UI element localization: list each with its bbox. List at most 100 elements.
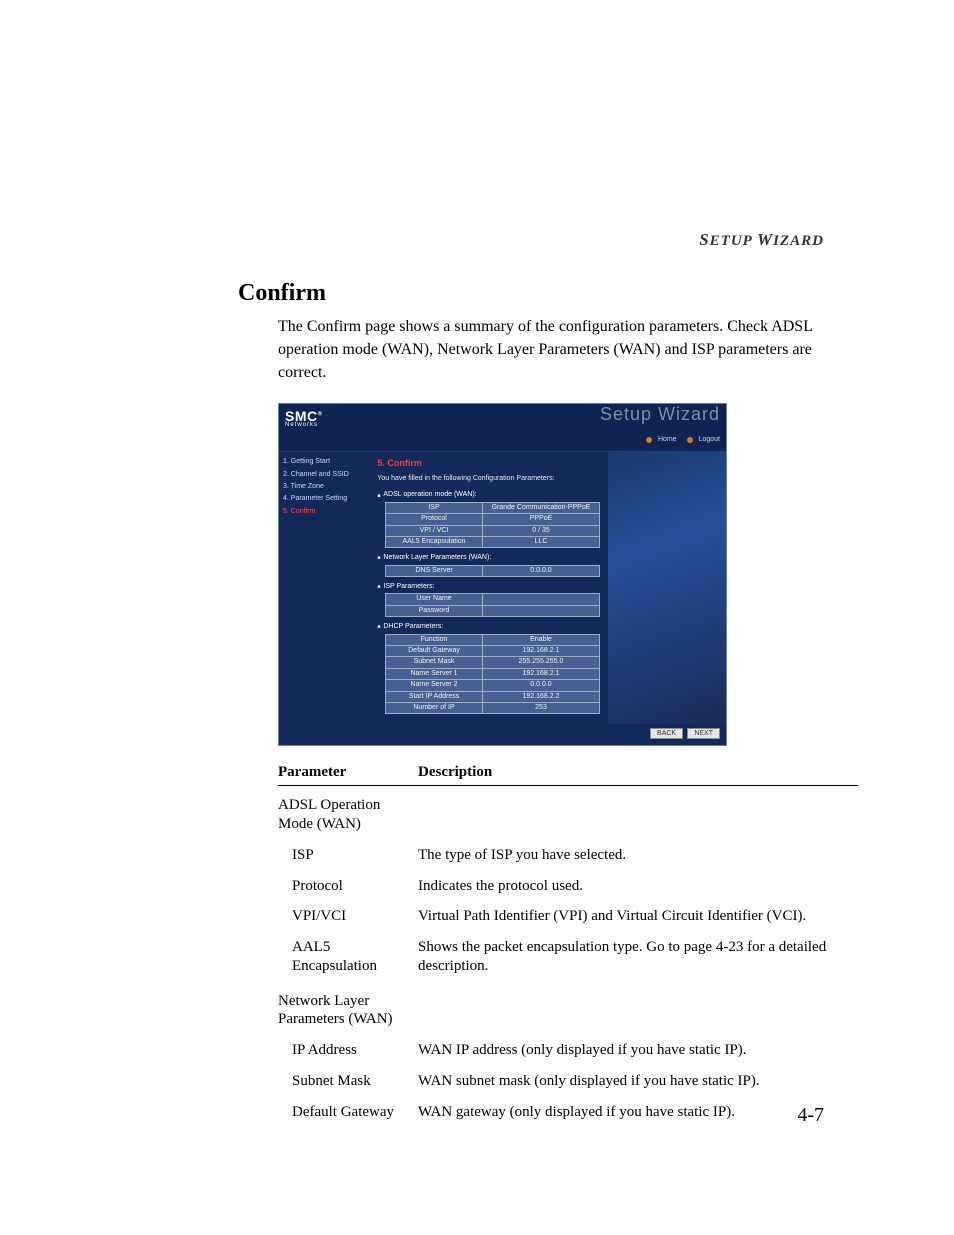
- group-label: DHCP Parameters:: [377, 623, 600, 631]
- wizard-title: Setup Wizard: [600, 404, 720, 426]
- param-name-cell: Subnet Mask: [386, 657, 482, 668]
- desc-cell: Virtual Path Identifier (VPI) and Virtua…: [418, 901, 858, 932]
- brand-logo: SMC®: [285, 408, 323, 424]
- shot-body: 1. Getting Start 2. Channel and SSID 3. Ti…: [279, 452, 726, 724]
- table-row: ISPThe type of ISP you have selected.: [278, 840, 858, 871]
- shot-main: 5. Confirm You have filled in the follow…: [369, 452, 608, 724]
- param-value-cell: [482, 605, 600, 616]
- sidebar-step-4[interactable]: 4. Parameter Setting: [283, 495, 365, 503]
- table-row: ISPGrande Communication-PPPoE: [386, 502, 600, 513]
- param-value-cell: 0.0.0.0: [482, 565, 600, 576]
- param-name-cell: Default Gateway: [386, 646, 482, 657]
- param-value-cell: Grande Communication-PPPoE: [482, 502, 600, 513]
- home-icon: [646, 437, 652, 443]
- param-cell: Network Layer Parameters (WAN): [278, 982, 418, 1036]
- desc-cell: WAN subnet mask (only displayed if you h…: [418, 1066, 858, 1097]
- table-row: Number of IP253: [386, 702, 600, 713]
- param-name-cell: Protocol: [386, 514, 482, 525]
- table-row: User Name: [386, 594, 600, 605]
- param-value-cell: LLC: [482, 536, 600, 547]
- parameter-table: Parameter Description ADSL Operation Mod…: [278, 760, 858, 1127]
- back-button[interactable]: BACK: [650, 728, 683, 739]
- sidebar-step-5[interactable]: 5. Confirm: [283, 508, 365, 516]
- running-head-text: ETUP: [710, 233, 753, 249]
- param-cell: Protocol: [278, 871, 418, 902]
- param-cell: ISP: [278, 840, 418, 871]
- table-row: Name Server 20.0.0.0: [386, 680, 600, 691]
- desc-cell: Indicates the protocol used.: [418, 871, 858, 902]
- home-link[interactable]: Home: [642, 436, 677, 444]
- table-row: ProtocolIndicates the protocol used.: [278, 871, 858, 902]
- param-name-cell: Number of IP: [386, 702, 482, 713]
- shot-decorative-panel: [608, 452, 726, 724]
- sidebar-step-3[interactable]: 3. Time Zone: [283, 483, 365, 491]
- shot-header: SMC® Networks Setup Wizard: [279, 404, 726, 434]
- param-header: Parameter: [278, 760, 418, 786]
- param-value-cell: 192.168.2.2: [482, 691, 600, 702]
- intro-text: The Confirm page shows a summary of the …: [278, 315, 824, 385]
- param-value-cell: [482, 594, 600, 605]
- param-value-cell: 192.168.2.1: [482, 668, 600, 679]
- param-cell: VPI/VCI: [278, 901, 418, 932]
- table-row: ADSL Operation Mode (WAN): [278, 786, 858, 840]
- param-cell: Subnet Mask: [278, 1066, 418, 1097]
- param-cell: ADSL Operation Mode (WAN): [278, 786, 418, 840]
- table-row: Default Gateway192.168.2.1: [386, 646, 600, 657]
- shot-topnav: Home Logout: [279, 434, 726, 453]
- param-cell: IP Address: [278, 1035, 418, 1066]
- param-name-cell: ISP: [386, 502, 482, 513]
- config-mini-table: ISPGrande Communication-PPPoEProtocolPPP…: [385, 502, 600, 549]
- param-name-cell: User Name: [386, 594, 482, 605]
- param-value-cell: 192.168.2.1: [482, 646, 600, 657]
- desc-cell: [418, 982, 858, 1036]
- config-mini-table: FunctionEnableDefault Gateway192.168.2.1…: [385, 634, 600, 715]
- group-label: Network Layer Parameters (WAN):: [377, 554, 600, 562]
- config-mini-table: DNS Server0.0.0.0: [385, 565, 600, 577]
- param-value-cell: PPPoE: [482, 514, 600, 525]
- param-value-cell: 253: [482, 702, 600, 713]
- table-row: FunctionEnable: [386, 634, 600, 645]
- config-screenshot: SMC® Networks Setup Wizard Home Logout 1…: [278, 403, 727, 747]
- config-mini-table: User NamePassword: [385, 593, 600, 617]
- table-row: Name Server 1192.168.2.1: [386, 668, 600, 679]
- param-value-cell: 255.255.255.0: [482, 657, 600, 668]
- table-row: VPI/VCIVirtual Path Identifier (VPI) and…: [278, 901, 858, 932]
- table-row: DNS Server0.0.0.0: [386, 565, 600, 576]
- sidebar-step-1[interactable]: 1. Getting Start: [283, 458, 365, 466]
- table-row: Start IP Address192.168.2.2: [386, 691, 600, 702]
- table-row: IP AddressWAN IP address (only displayed…: [278, 1035, 858, 1066]
- group-label: ADSL operation mode (WAN):: [377, 491, 600, 499]
- param-name-cell: DNS Server: [386, 565, 482, 576]
- param-value-cell: 0.0.0.0: [482, 680, 600, 691]
- table-row: AAL5 EncapsulationShows the packet encap…: [278, 932, 858, 982]
- table-row: Network Layer Parameters (WAN): [278, 982, 858, 1036]
- sidebar-step-2[interactable]: 2. Channel and SSID: [283, 471, 365, 479]
- param-cell: AAL5 Encapsulation: [278, 932, 418, 982]
- next-button[interactable]: NEXT: [687, 728, 720, 739]
- desc-cell: [418, 786, 858, 840]
- param-name-cell: Name Server 1: [386, 668, 482, 679]
- table-row: Subnet Mask255.255.255.0: [386, 657, 600, 668]
- page-number: 4-7: [797, 1104, 824, 1127]
- shot-button-bar: BACK NEXT: [279, 724, 726, 745]
- desc-cell: The type of ISP you have selected.: [418, 840, 858, 871]
- desc-cell: WAN gateway (only displayed if you have …: [418, 1097, 858, 1128]
- param-name-cell: Name Server 2: [386, 680, 482, 691]
- desc-header: Description: [418, 760, 858, 786]
- param-name-cell: Start IP Address: [386, 691, 482, 702]
- logout-link[interactable]: Logout: [683, 436, 720, 444]
- shot-sidebar: 1. Getting Start 2. Channel and SSID 3. Ti…: [279, 452, 369, 724]
- group-label: ISP Parameters:: [377, 583, 600, 591]
- section-title: Confirm: [238, 280, 824, 307]
- param-value-cell: Enable: [482, 634, 600, 645]
- param-name-cell: Password: [386, 605, 482, 616]
- table-row: VPI / VCI0 / 35: [386, 525, 600, 536]
- table-row: Default GatewayWAN gateway (only display…: [278, 1097, 858, 1128]
- running-head: SETUP WIZARD: [699, 230, 824, 250]
- logout-icon: [687, 437, 693, 443]
- desc-cell: Shows the packet encapsulation type. Go …: [418, 932, 858, 982]
- table-row: Subnet MaskWAN subnet mask (only display…: [278, 1066, 858, 1097]
- table-row: Password: [386, 605, 600, 616]
- desc-cell: WAN IP address (only displayed if you ha…: [418, 1035, 858, 1066]
- shot-main-desc: You have filled in the following Configu…: [377, 475, 600, 483]
